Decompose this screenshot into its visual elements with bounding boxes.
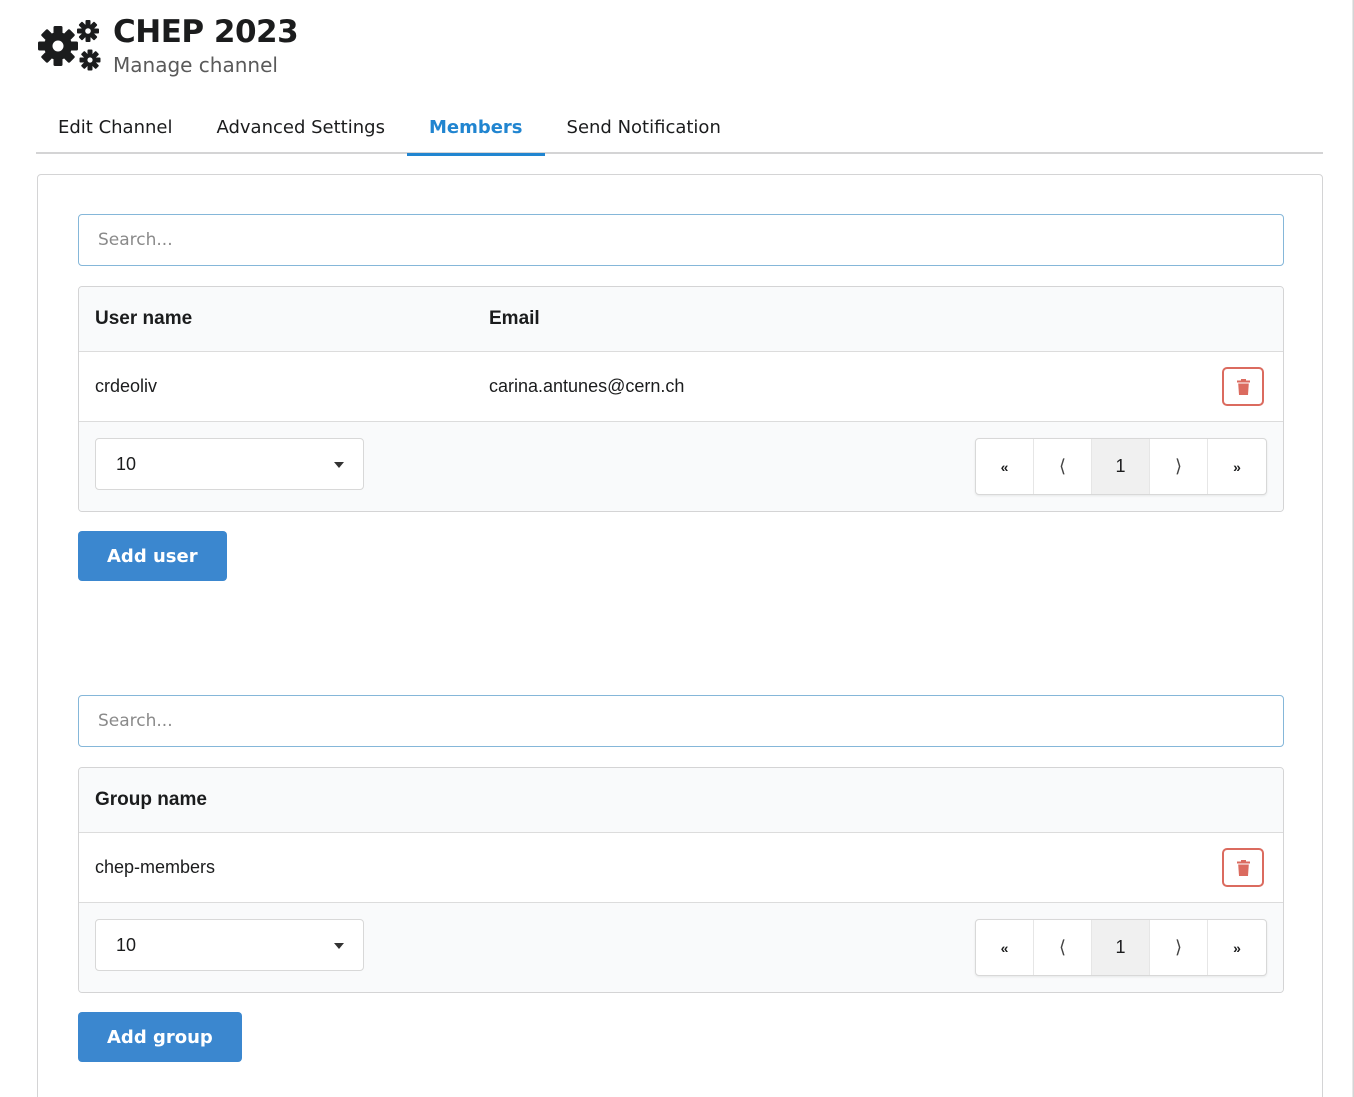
previous-page-button[interactable]: ⟨ [1034,920,1092,975]
column-header-group-name: Group name [95,789,207,810]
groups-table-header: Group name [79,768,1283,833]
previous-page-button[interactable]: ⟨ [1034,439,1092,494]
current-page-button[interactable]: 1 [1092,920,1150,975]
tab-send-notification[interactable]: Send Notification [545,100,743,154]
page-header: CHEP 2023 Manage channel [36,14,299,84]
caret-down-icon [334,462,344,468]
table-row: chep-members [79,833,1283,903]
current-page-button[interactable]: 1 [1092,439,1150,494]
group-search-input[interactable] [78,695,1284,747]
next-page-button[interactable]: ⟩ [1150,439,1208,494]
page-size-value: 10 [116,934,137,955]
trash-icon [1236,859,1250,876]
add-user-button[interactable]: Add user [78,531,227,581]
users-table-footer: 10 « ⟨ 1 ⟩ » [79,422,1283,511]
first-page-button[interactable]: « [976,920,1034,975]
groups-pagination: « ⟨ 1 ⟩ » [975,919,1267,976]
users-pagination: « ⟨ 1 ⟩ » [975,438,1267,495]
groups-table: Group name chep-members 10 « ⟨ 1 ⟩ » [78,767,1284,993]
tab-members[interactable]: Members [406,100,545,156]
page-size-value: 10 [116,453,137,474]
add-group-button[interactable]: Add group [78,1012,242,1062]
table-row: crdeoliv carina.antunes@cern.ch [79,352,1283,422]
next-page-button[interactable]: ⟩ [1150,920,1208,975]
groups-page-size-select[interactable]: 10 [95,919,364,971]
tab-bar: Edit Channel Advanced Settings Members S… [36,100,1323,156]
delete-user-button[interactable] [1222,367,1264,406]
group-name-cell: chep-members [95,857,216,877]
page-subtitle: Manage channel [113,53,278,77]
users-page-size-select[interactable]: 10 [95,438,364,490]
user-email-cell: carina.antunes@cern.ch [489,376,685,396]
groups-table-footer: 10 « ⟨ 1 ⟩ » [79,903,1283,992]
users-table-header: User name Email [79,287,1283,352]
first-page-button[interactable]: « [976,439,1034,494]
members-panel: User name Email crdeoliv carina.antunes@… [37,174,1323,1097]
caret-down-icon [334,943,344,949]
last-page-button[interactable]: » [1208,920,1266,975]
app-window: CHEP 2023 Manage channel Edit Channel Ad… [0,0,1354,1097]
column-header-email: Email [489,308,540,329]
header-titles: CHEP 2023 Manage channel [113,14,299,78]
gears-icon [38,20,101,71]
user-name-cell: crdeoliv [95,376,158,396]
last-page-button[interactable]: » [1208,439,1266,494]
delete-group-button[interactable] [1222,848,1264,887]
column-header-username: User name [95,308,193,329]
users-table: User name Email crdeoliv carina.antunes@… [78,286,1284,512]
user-search-input[interactable] [78,214,1284,266]
trash-icon [1236,378,1250,395]
tab-advanced-settings[interactable]: Advanced Settings [194,100,406,154]
tab-edit-channel[interactable]: Edit Channel [36,100,194,154]
page-title: CHEP 2023 [113,14,299,50]
